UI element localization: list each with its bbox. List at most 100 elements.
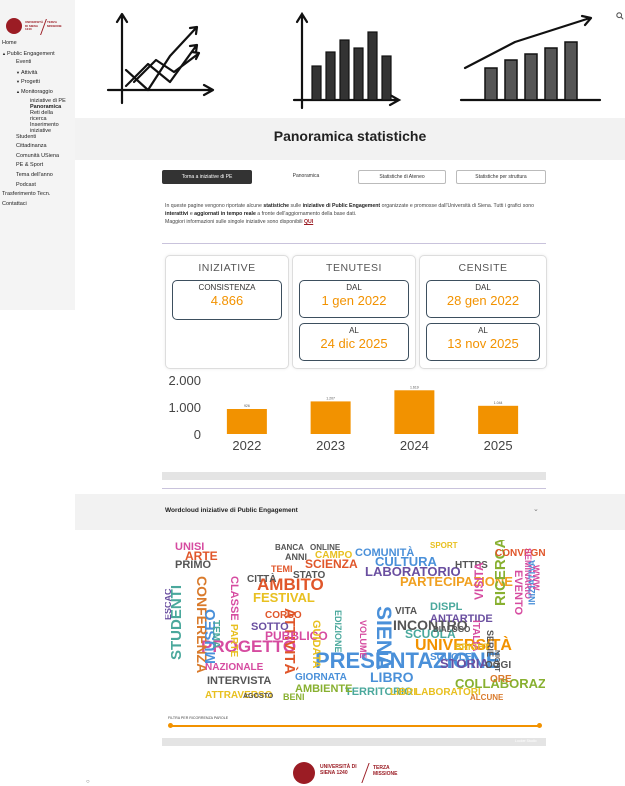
sidebar-item[interactable]: PE & Sport <box>16 162 43 169</box>
looker-studio-label[interactable]: Looker Studio <box>515 739 537 743</box>
university-logo[interactable]: UNIVERSITÀ DI SIENA 1240 TERZA MISSIONE <box>6 18 66 40</box>
wordcloud-word[interactable]: AGOSTO <box>243 693 274 700</box>
wordcloud-word[interactable]: ALCUNE <box>470 693 504 702</box>
wordcloud-word[interactable]: VISITA <box>472 562 486 600</box>
sidebar-item[interactable]: Podcast <box>16 182 36 189</box>
sidebar-item[interactable]: ▲Public Engagement <box>2 50 55 58</box>
wordcloud-word[interactable]: VOLUME <box>358 620 368 659</box>
bar-2022[interactable] <box>226 408 267 434</box>
sidebar-item[interactable]: Comunità USiena <box>16 153 59 160</box>
bar-2025[interactable] <box>478 405 519 434</box>
wordcloud-word[interactable]: LIBRO <box>370 669 414 685</box>
tab-university-stats[interactable]: Statistiche di Ateneo <box>358 170 446 184</box>
wordcloud-word[interactable]: GUIDATA <box>310 620 322 669</box>
sidebar-item-label: Tema dell'anno <box>16 172 53 178</box>
wordcloud-header[interactable] <box>75 494 625 530</box>
y-tick-label: 1.000 <box>168 400 201 415</box>
sidebar-item[interactable]: Home <box>2 40 17 47</box>
intro-text-part: Maggiori informazioni sulle singole iniz… <box>165 219 303 225</box>
intro-text-part: sulle <box>290 203 302 209</box>
wordcloud-word[interactable]: UNISI <box>175 541 204 553</box>
wordcloud-word[interactable]: SOTTO <box>251 621 289 633</box>
wordcloud-word[interactable]: PARTE <box>228 624 239 657</box>
wordcloud[interactable]: PRESENTAZIONEPROGETTO SIENAINCONTROUNIVER… <box>165 540 545 710</box>
to-label: AL <box>478 326 488 335</box>
frequency-slider[interactable] <box>170 725 540 727</box>
intro-text: In queste pagine vengono riportate alcun… <box>165 202 545 226</box>
bar-chart-illustration <box>292 11 402 110</box>
intro-text-part: In queste pagine vengono riportate alcun… <box>165 203 262 209</box>
sidebar-item[interactable]: ▼Attività <box>16 69 37 77</box>
wordcloud-word[interactable]: TEMA <box>210 620 221 648</box>
intro-bold-realtime: aggiornati in tempo reale <box>194 211 256 217</box>
sidebar-item[interactable]: Trasferimento Tecn. <box>2 191 50 198</box>
wordcloud-word[interactable]: SCUOLE <box>430 652 472 663</box>
wordcloud-word[interactable]: STATO <box>293 570 325 581</box>
sidebar-item[interactable]: Contattaci <box>2 201 27 208</box>
tab-back-to-initiatives[interactable]: Torna a iniziative di PE <box>162 170 252 184</box>
recorded-to-value: 13 nov 2025 <box>447 336 519 351</box>
slider-max-handle[interactable] <box>537 723 542 728</box>
more-info-link[interactable]: QUI <box>304 219 313 225</box>
bar-2023[interactable] <box>310 401 351 434</box>
recorded-from-value: 28 gen 2022 <box>446 293 520 308</box>
tab-structure-stats[interactable]: Statistiche per struttura <box>456 170 546 184</box>
wordcloud-word[interactable]: CULTURA <box>375 554 437 569</box>
wordcloud-word[interactable]: CORSO <box>265 610 302 621</box>
wordcloud-word[interactable]: VITA <box>395 606 417 617</box>
wordcloud-word[interactable]: BRIGHT <box>455 642 490 652</box>
sidebar-item-label: Monitoraggio <box>20 89 53 95</box>
sidebar-item[interactable]: ▲Monitoraggio <box>16 88 53 96</box>
footer-logo[interactable]: UNIVERSITÀ DI SIENA 1240 TERZA MISSIONE <box>293 762 423 786</box>
wordcloud-word[interactable]: BANCA <box>275 543 304 552</box>
footer-logo-text: UNIVERSITÀ DI SIENA 1240 <box>320 764 357 776</box>
wordcloud-word[interactable]: SPORT <box>430 541 458 550</box>
search-icon[interactable] <box>616 12 624 22</box>
wordcloud-word[interactable]: INTERVISTA <box>207 675 271 687</box>
scroll-indicator-icon: ○ <box>86 779 90 785</box>
wordcloud-word[interactable]: CONVEGNO <box>495 548 545 559</box>
wordcloud-word[interactable]: CAMPO <box>315 550 352 561</box>
chevron-down-icon[interactable]: ⌄ <box>533 505 539 513</box>
wordcloud-word[interactable]: ANNI <box>285 552 307 562</box>
intro-text-part: organizzate e promosse dall'Università d… <box>381 203 534 209</box>
wordcloud-word[interactable]: ESCAC <box>165 588 173 620</box>
initiatives-per-year-chart[interactable]: 0 1.000 2.000 926 2022 1.207 2023 1.619 2024 1.04… <box>165 372 545 482</box>
sidebar-item[interactable]: Tema dell'anno <box>16 172 53 179</box>
stat-title: TENUTESI <box>326 262 382 274</box>
wordcloud-word[interactable]: NIGHT <box>493 650 500 673</box>
slider-min-handle[interactable] <box>168 723 173 728</box>
stat-title: CENSITE <box>458 262 508 274</box>
stat-title: INIZIATIVE <box>198 262 256 274</box>
wordcloud-word[interactable]: DISPL <box>430 601 463 613</box>
wordcloud-word[interactable]: NAZIONALE <box>205 662 264 673</box>
bar-2024[interactable] <box>394 390 435 434</box>
page-title: Panoramica statistiche <box>273 128 427 144</box>
wordcloud-word[interactable]: LIBRI <box>390 687 416 698</box>
wordcloud-word[interactable]: BENI <box>283 692 305 702</box>
chevron-icon: ▼ <box>16 69 20 75</box>
sidebar-item-label: Podcast <box>16 181 36 188</box>
wordcloud-word[interactable]: WWW <box>531 565 541 591</box>
wordcloud-word[interactable]: EVENTO <box>512 570 524 615</box>
wordcloud-word[interactable]: SIENA <box>372 606 395 670</box>
university-seal-icon <box>6 18 22 34</box>
tab-overview[interactable]: Panoramica <box>272 170 340 182</box>
wordcloud-word[interactable]: ANTARTIDE <box>430 613 493 625</box>
sidebar-item[interactable]: Cittadinanza <box>16 143 47 150</box>
sidebar-item-label: Progetti <box>20 79 40 86</box>
wordcloud-word[interactable]: ORE <box>490 674 512 685</box>
logo-divider <box>361 763 370 783</box>
wordcloud-word[interactable]: EDIZIONE <box>333 610 343 653</box>
wordcloud-word[interactable]: GIORNATA <box>295 672 347 683</box>
wordcloud-word[interactable]: TEMI <box>271 564 293 574</box>
sidebar-item[interactable]: ▼Progetti <box>16 78 40 86</box>
filter-label: FILTRA PER RICORRENZA PAROLE <box>168 716 229 720</box>
wordcloud-word[interactable]: DIALOGO <box>433 625 470 634</box>
data-label: 1.044 <box>494 401 503 405</box>
sidebar-item[interactable]: Eventi <box>16 59 31 66</box>
logo-text: UNIVERSITÀ DI SIENA 1240 <box>25 20 44 31</box>
sidebar-item[interactable]: Studenti <box>16 134 36 141</box>
university-seal-icon <box>293 762 315 784</box>
wordcloud-word[interactable]: CLASSE <box>228 576 240 621</box>
